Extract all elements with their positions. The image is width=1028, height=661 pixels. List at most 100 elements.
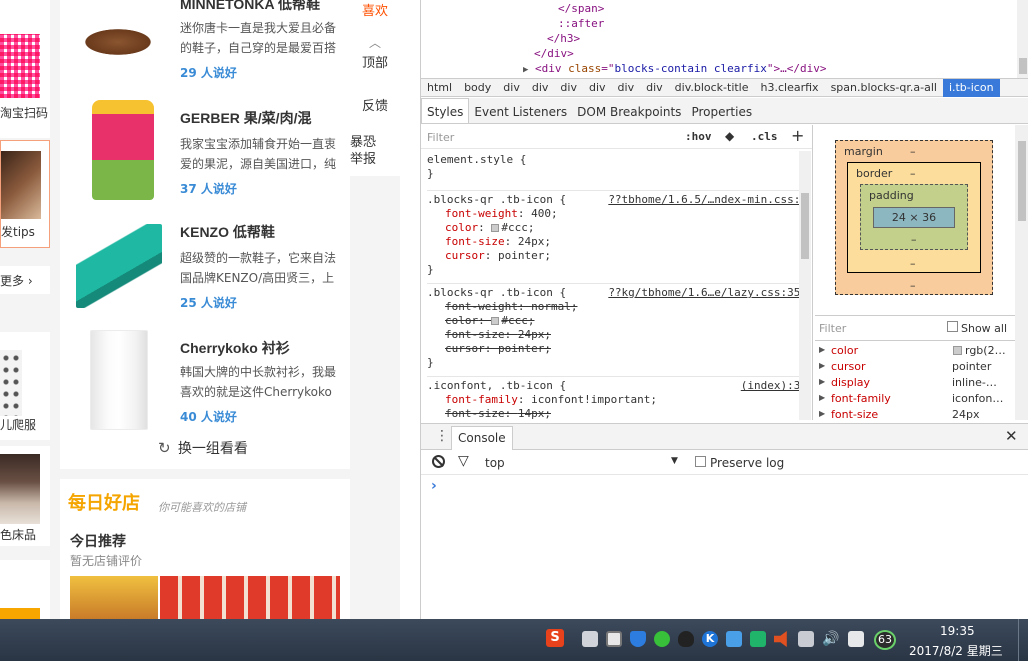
css-value[interactable]: pointer; <box>498 249 551 262</box>
expand-triangle-icon[interactable]: ▶ <box>819 393 825 402</box>
shop-image[interactable] <box>70 576 158 619</box>
computed-filter-input[interactable]: Filter <box>819 322 846 335</box>
dom-line[interactable]: </span> <box>558 1 604 16</box>
tab-event-listeners[interactable]: Event Listeners <box>469 99 572 124</box>
breadcrumb-item[interactable]: div <box>583 79 612 97</box>
rule-selector[interactable]: .blocks-qr .tb-icon { <box>427 286 566 299</box>
dom-line[interactable]: </h3> <box>547 31 580 46</box>
css-declaration[interactable]: color: #ccc; <box>427 221 807 235</box>
preserve-log-checkbox[interactable] <box>695 456 706 467</box>
side-nav-report[interactable]: 暴恐举报 <box>350 134 382 168</box>
refresh-button[interactable]: ↻ 换一组看看 <box>158 438 248 460</box>
computed-property-row[interactable]: ▶ font-family iconfon… <box>815 391 1009 407</box>
css-property[interactable]: color <box>445 221 478 234</box>
color-swatch-icon[interactable] <box>491 317 500 325</box>
css-value[interactable]: 24px; <box>518 235 551 248</box>
muted-speaker-icon[interactable] <box>774 631 787 647</box>
expand-triangle-icon[interactable]: ▶ <box>523 65 528 75</box>
box-border[interactable]: border – – padding 24 × 36 – <box>847 162 981 273</box>
rule-source-link[interactable]: ??kg/tbhome/1.6…e/lazy.css:350 <box>608 286 807 300</box>
dom-line-collapsed[interactable]: ▶ <div class="blocks-contain clearfix">…… <box>523 61 826 78</box>
qq-icon[interactable] <box>678 631 694 647</box>
styles-filter-input[interactable]: Filter <box>427 131 454 144</box>
clock-date[interactable]: 2017/8/2 星期三 <box>909 642 1003 659</box>
list-item[interactable]: GERBER 果/菜/肉/混 我家宝宝添加辅食开始一直衷爱的果泥，源自美国进口，… <box>70 98 340 202</box>
dom-line[interactable]: ::after <box>558 16 604 31</box>
shield-icon[interactable] <box>630 631 646 647</box>
tab-console[interactable]: Console <box>451 426 513 450</box>
css-declaration[interactable]: font-size: 24px; <box>427 235 807 249</box>
show-all-checkbox[interactable] <box>947 321 958 332</box>
breadcrumb-item[interactable]: div <box>640 79 669 97</box>
css-value[interactable]: pointer; <box>498 342 551 355</box>
computed-scrollbar-thumb[interactable] <box>1018 141 1026 221</box>
network-app-icon[interactable] <box>726 631 742 647</box>
product-title[interactable]: Cherrykoko 衬衫 <box>180 338 340 358</box>
css-value[interactable]: 14px; <box>518 407 551 420</box>
css-property[interactable]: font-weight <box>445 300 518 313</box>
css-value[interactable]: 24px; <box>518 328 551 341</box>
breadcrumb-item[interactable]: body <box>458 79 497 97</box>
new-rule-button[interactable]: + <box>791 126 804 145</box>
app-icon[interactable] <box>750 631 766 647</box>
breadcrumb-item[interactable]: html <box>421 79 458 97</box>
rule-source-link[interactable]: ??tbhome/1.6.5/…ndex-min.css:1 <box>608 193 807 207</box>
css-property[interactable]: cursor <box>445 249 485 262</box>
product-title[interactable]: MINNETONKA 低帮鞋 <box>180 0 340 14</box>
css-property[interactable]: font-size <box>445 407 505 420</box>
battery-badge[interactable]: 63 <box>874 630 896 650</box>
volume-icon[interactable]: 🔊 <box>822 631 839 647</box>
side-nav-feedback[interactable]: 反馈 <box>350 95 400 114</box>
rule-source-link[interactable]: (index):32 <box>741 379 807 393</box>
styles-scrollbar-thumb[interactable] <box>801 193 809 259</box>
paint-icon[interactable]: ◆ <box>725 129 734 143</box>
clock-time[interactable]: 19:35 <box>940 624 975 638</box>
kugou-icon[interactable]: K <box>702 631 718 647</box>
show-desktop-button[interactable] <box>1018 619 1028 661</box>
box-content[interactable]: 24 × 36 <box>873 207 955 228</box>
breadcrumb-item[interactable]: h3.clearfix <box>755 79 825 97</box>
side-nav-top[interactable]: 顶部 <box>350 52 400 71</box>
css-property[interactable]: cursor <box>445 342 485 355</box>
filter-icon[interactable]: ▽ <box>458 453 469 469</box>
computed-property-row[interactable]: ▶ color rgb(2… <box>815 343 1009 359</box>
css-property[interactable]: font-size <box>445 235 505 248</box>
tab-dom-breakpoints[interactable]: DOM Breakpoints <box>572 99 686 124</box>
css-declaration[interactable]: font-size: 24px; <box>427 328 807 342</box>
list-item[interactable]: KENZO 低帮鞋 超级赞的一款鞋子，它来自法国品牌KENZO/高田贤三，上 2… <box>70 218 340 318</box>
style-rule[interactable]: element.style {} <box>427 153 807 181</box>
expand-triangle-icon[interactable]: ▶ <box>819 377 825 386</box>
css-declaration[interactable]: cursor: pointer; <box>427 249 807 263</box>
css-property[interactable]: color <box>445 314 478 327</box>
color-swatch-icon[interactable] <box>953 346 962 355</box>
rule-selector[interactable]: .blocks-qr .tb-icon { <box>427 193 566 206</box>
box-padding[interactable]: padding 24 × 36 – <box>860 184 968 250</box>
box-margin[interactable]: margin – – border – – padding 24 × 36 – <box>835 140 993 295</box>
drawer-menu-icon[interactable]: ⋮ <box>435 427 449 445</box>
expand-triangle-icon[interactable]: ▶ <box>819 345 825 354</box>
hair-tips-card[interactable]: 发tips <box>0 140 50 248</box>
color-swatch-icon[interactable] <box>491 224 500 232</box>
display-icon[interactable] <box>848 631 864 647</box>
expand-triangle-icon[interactable]: ▶ <box>819 409 825 418</box>
qr-card[interactable]: 淘宝扫码 <box>0 0 50 138</box>
css-declaration[interactable]: font-weight: 400; <box>427 207 807 221</box>
wechat-icon[interactable] <box>654 631 670 647</box>
computed-property-row[interactable]: ▶ cursor pointer <box>815 359 1009 375</box>
css-value[interactable]: #ccc; <box>501 314 534 327</box>
style-rule[interactable]: .blocks-qr .tb-icon { ??tbhome/1.6.5/…nde… <box>427 190 807 277</box>
window-icon[interactable] <box>606 631 622 647</box>
list-item[interactable]: Cherrykoko 衬衫 韩国大牌的中长款衬衫，我最喜欢的就是这件Cherry… <box>70 330 340 430</box>
dom-scrollbar-thumb[interactable] <box>1019 58 1027 74</box>
product-title[interactable]: KENZO 低帮鞋 <box>180 222 340 242</box>
breadcrumb-item[interactable]: div <box>554 79 583 97</box>
css-value[interactable]: #ccc; <box>501 221 534 234</box>
context-select[interactable]: top <box>485 456 505 470</box>
breadcrumb-item[interactable]: div <box>526 79 555 97</box>
clear-console-icon[interactable] <box>432 455 445 468</box>
breadcrumb-item[interactable]: span.blocks-qr.a-all <box>825 79 943 97</box>
css-declaration[interactable]: cursor: pointer; <box>427 342 807 356</box>
baby-clothes-card[interactable]: 儿爬服 <box>0 332 50 440</box>
styles-scrollbar[interactable] <box>799 151 811 420</box>
breadcrumb-item[interactable]: div.block-title <box>669 79 755 97</box>
